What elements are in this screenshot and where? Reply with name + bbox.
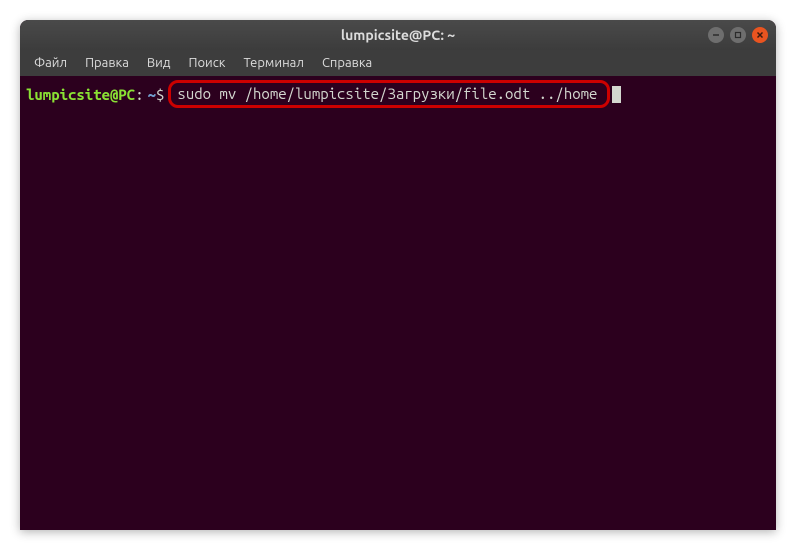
- minimize-icon: [712, 31, 720, 39]
- prompt-dollar: $: [156, 84, 164, 105]
- prompt-colon: :: [135, 84, 143, 105]
- menu-search[interactable]: Поиск: [180, 53, 233, 73]
- window-title: lumpicsite@PC: ~: [341, 27, 455, 43]
- command-text: sudo mv /home/lumpicsite/Загрузки/file.o…: [177, 85, 597, 102]
- menu-view[interactable]: Вид: [139, 53, 179, 73]
- menu-help[interactable]: Справка: [314, 53, 380, 73]
- prompt-line: lumpicsite@PC:~$ sudo mv /home/lumpicsit…: [26, 80, 770, 108]
- prompt-user-host: lumpicsite@PC: [26, 84, 135, 105]
- menu-file[interactable]: Файл: [26, 53, 75, 73]
- terminal-area[interactable]: lumpicsite@PC:~$ sudo mv /home/lumpicsit…: [20, 76, 776, 530]
- terminal-window: lumpicsite@PC: ~ Файл Правка Вид Поиск Т…: [20, 20, 776, 530]
- close-button[interactable]: [752, 27, 768, 43]
- menu-edit[interactable]: Правка: [77, 53, 137, 73]
- terminal-cursor: [612, 86, 621, 103]
- maximize-icon: [734, 31, 742, 39]
- command-highlight: sudo mv /home/lumpicsite/Загрузки/file.o…: [168, 80, 610, 108]
- minimize-button[interactable]: [708, 27, 724, 43]
- prompt-path: ~: [148, 84, 156, 105]
- maximize-button[interactable]: [730, 27, 746, 43]
- close-icon: [756, 31, 764, 39]
- menu-terminal[interactable]: Терминал: [235, 53, 311, 73]
- window-controls: [708, 27, 768, 43]
- menubar: Файл Правка Вид Поиск Терминал Справка: [20, 50, 776, 76]
- titlebar: lumpicsite@PC: ~: [20, 20, 776, 50]
